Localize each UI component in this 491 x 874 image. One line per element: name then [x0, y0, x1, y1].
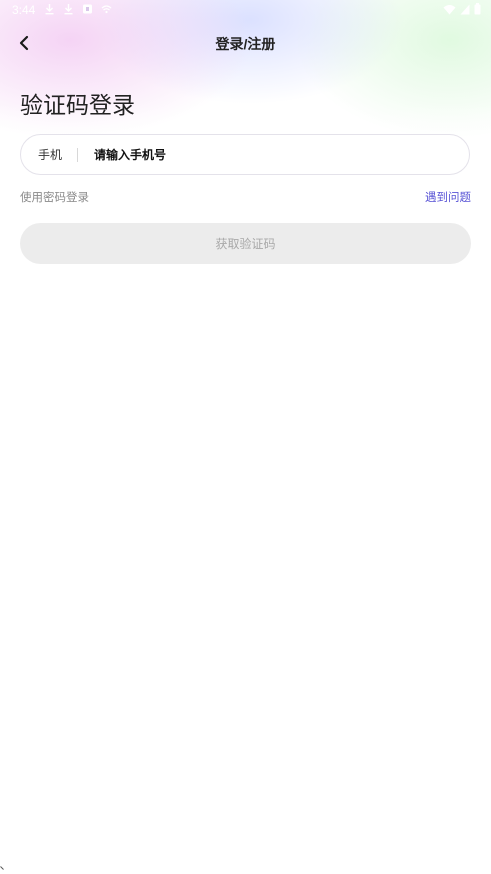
phone-field[interactable]: 手机	[20, 134, 470, 175]
login-heading: 验证码登录	[20, 93, 135, 119]
download-icon	[45, 4, 54, 15]
password-login-link[interactable]: 使用密码登录	[20, 189, 89, 205]
battery-icon	[474, 3, 481, 15]
help-link[interactable]: 遇到问题	[425, 189, 471, 205]
status-icons-left	[44, 3, 112, 15]
status-time: 3:44	[12, 3, 36, 17]
cast-icon	[101, 5, 112, 14]
signal-icon	[460, 4, 470, 14]
download-icon	[64, 4, 73, 15]
notification-icon	[83, 4, 92, 14]
get-code-button[interactable]: 获取验证码	[20, 223, 471, 264]
wifi-icon	[443, 4, 456, 14]
phone-input[interactable]	[78, 146, 469, 163]
phone-field-label: 手机	[38, 148, 63, 162]
status-icons-right	[443, 3, 481, 15]
navigation-bar: 登录/注册	[0, 26, 491, 60]
status-bar: 3:44	[0, 0, 491, 22]
corner-mark	[0, 866, 4, 870]
page-title: 登录/注册	[215, 36, 276, 52]
